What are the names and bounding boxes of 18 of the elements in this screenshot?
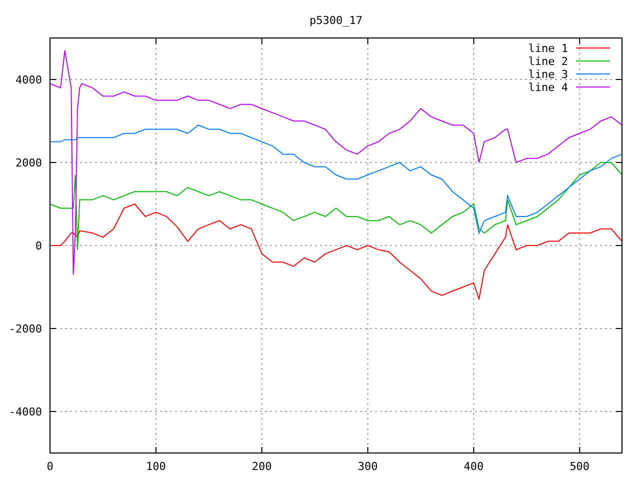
y-tick-label: -4000	[8, 406, 42, 418]
legend-label: line 3	[528, 68, 568, 81]
chart-title: p5300_17	[310, 14, 362, 27]
legend-line-icon	[576, 60, 610, 62]
x-tick-label: 100	[146, 460, 166, 473]
x-tick-label: 200	[252, 460, 272, 473]
y-tick-label: 0	[35, 240, 42, 252]
legend-line-icon	[576, 86, 610, 88]
y-tick-label: -2000	[8, 322, 42, 336]
y-tick-label: 4000	[16, 74, 42, 86]
y-tick-label: 2000	[16, 156, 42, 170]
legend-label: line 4	[528, 81, 568, 94]
x-tick-label: 0	[46, 460, 54, 473]
x-tick-label: 500	[570, 460, 590, 473]
x-tick-label: 300	[358, 460, 378, 473]
legend-label: line 1	[528, 42, 568, 55]
legend-label: line 2	[528, 55, 568, 68]
x-tick-label: 400	[464, 460, 484, 473]
